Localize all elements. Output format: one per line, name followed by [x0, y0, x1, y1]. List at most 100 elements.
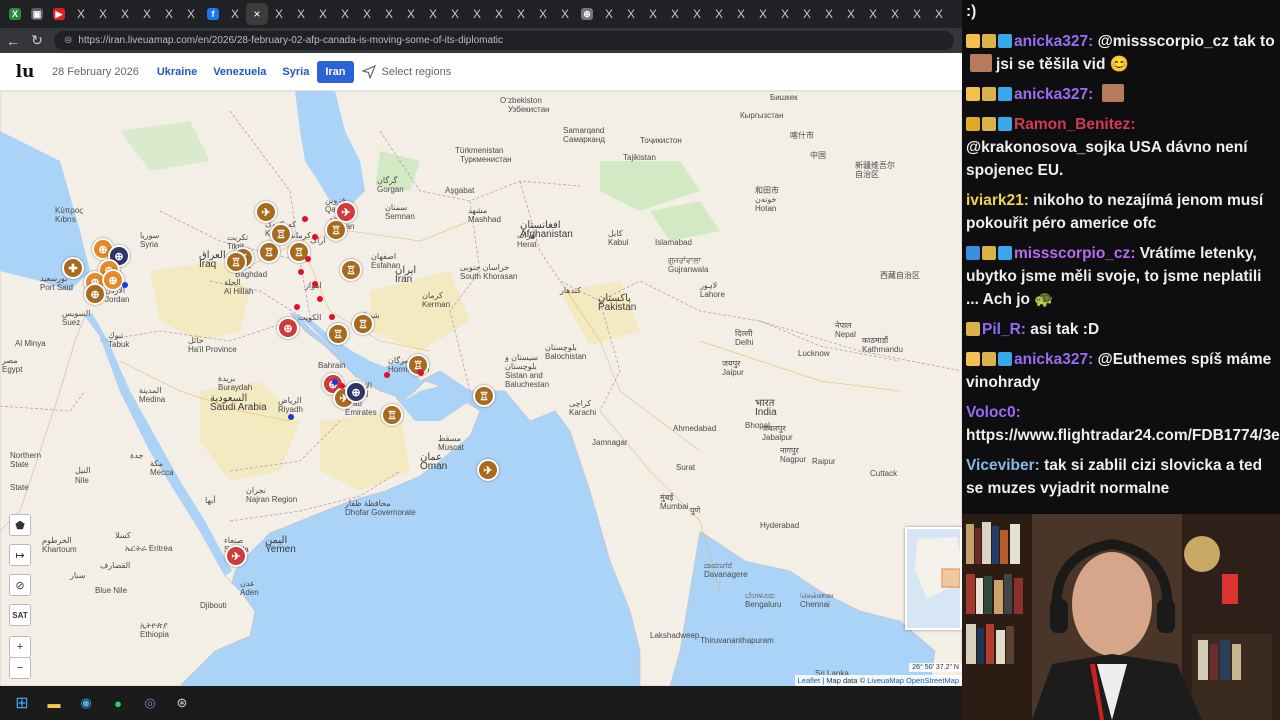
- coin-badge-icon[interactable]: [982, 352, 996, 366]
- browser-tab[interactable]: X: [378, 3, 400, 25]
- chat-emote-icon[interactable]: [1101, 84, 1124, 102]
- chat-username[interactable]: iviark21: [966, 192, 1024, 209]
- event-dot[interactable]: [339, 383, 345, 389]
- event-marker-icon[interactable]: ⊕: [277, 317, 299, 339]
- tab-close-icon[interactable]: X: [451, 7, 459, 21]
- browser-tab[interactable]: X: [862, 3, 884, 25]
- event-dot[interactable]: [298, 269, 304, 275]
- event-dot[interactable]: [302, 216, 308, 222]
- tab-close-icon[interactable]: X: [77, 7, 85, 21]
- browser-tab[interactable]: X: [400, 3, 422, 25]
- event-marker-icon[interactable]: ✈: [255, 201, 277, 223]
- tab-close-icon[interactable]: X: [605, 7, 613, 21]
- event-dot[interactable]: [329, 314, 335, 320]
- url-field[interactable]: ⊜ https://iran.liveuamap.com/en/2026/28-…: [54, 31, 954, 50]
- discord-icon[interactable]: ◎: [138, 691, 162, 715]
- browser-tab[interactable]: X: [752, 3, 774, 25]
- pen-badge-icon[interactable]: [966, 246, 980, 260]
- browser-tab[interactable]: X: [70, 3, 92, 25]
- event-marker-icon[interactable]: ♖: [225, 251, 247, 273]
- browser-tab[interactable]: X: [356, 3, 378, 25]
- tab-close-icon[interactable]: X: [297, 7, 305, 21]
- tab-close-icon[interactable]: X: [473, 7, 481, 21]
- draw-polygon-button[interactable]: ⬟: [9, 514, 31, 536]
- minimap[interactable]: [905, 527, 962, 630]
- event-marker-icon[interactable]: ⊕: [345, 381, 367, 403]
- site-info-icon[interactable]: ⊜: [64, 35, 72, 46]
- browser-tab[interactable]: X: [928, 3, 950, 25]
- tab-close-icon[interactable]: X: [495, 7, 503, 21]
- region-iran[interactable]: Iran: [317, 60, 354, 83]
- leaflet-link[interactable]: Leaflet: [798, 676, 821, 685]
- browser-tab[interactable]: X: [664, 3, 686, 25]
- hide-button[interactable]: ⊘: [9, 574, 31, 596]
- event-dot[interactable]: [288, 414, 294, 420]
- chat-username[interactable]: Voloc0: [966, 404, 1016, 421]
- tab-close-icon[interactable]: X: [693, 7, 701, 21]
- browser-tab[interactable]: ⊕: [576, 3, 598, 25]
- browser-tab[interactable]: X: [488, 3, 510, 25]
- crown-badge-icon[interactable]: [966, 34, 980, 48]
- coin-badge-icon[interactable]: [982, 117, 996, 131]
- event-marker-icon[interactable]: ♖: [340, 259, 362, 281]
- tab-close-icon[interactable]: X: [847, 7, 855, 21]
- liveuamap-logo[interactable]: lu: [12, 59, 38, 85]
- tab-close-icon[interactable]: X: [891, 7, 899, 21]
- tab-close-icon[interactable]: X: [385, 7, 393, 21]
- chat-username[interactable]: missscorpio_cz: [1014, 245, 1130, 262]
- tab-close-icon[interactable]: X: [363, 7, 371, 21]
- tab-close-icon[interactable]: X: [781, 7, 789, 21]
- tab-close-icon[interactable]: X: [803, 7, 811, 21]
- zoom-in-button[interactable]: +: [9, 636, 31, 658]
- tab-close-icon[interactable]: X: [737, 7, 745, 21]
- browser-tab[interactable]: X: [4, 3, 26, 25]
- browser-tab[interactable]: X: [334, 3, 356, 25]
- file-explorer-icon[interactable]: ▬: [42, 691, 66, 715]
- browser-tab[interactable]: f: [202, 3, 224, 25]
- region-ukraine[interactable]: Ukraine: [149, 61, 205, 83]
- browser-tab[interactable]: X: [466, 3, 488, 25]
- tab-close-icon[interactable]: X: [671, 7, 679, 21]
- browser-tab[interactable]: X: [598, 3, 620, 25]
- zoom-out-button[interactable]: −: [9, 657, 31, 679]
- event-dot[interactable]: [317, 296, 323, 302]
- browser-tab[interactable]: ▣: [26, 3, 48, 25]
- event-marker-icon[interactable]: ♖: [381, 404, 403, 426]
- tab-close-icon[interactable]: X: [935, 7, 943, 21]
- browser-tab[interactable]: X: [422, 3, 444, 25]
- browser-tab[interactable]: X: [532, 3, 554, 25]
- browser-tab[interactable]: X: [730, 3, 752, 25]
- windows-start-icon[interactable]: ⊞: [10, 691, 34, 715]
- tab-close-icon[interactable]: X: [407, 7, 415, 21]
- browser-tab[interactable]: X: [796, 3, 818, 25]
- region-venezuela[interactable]: Venezuela: [205, 61, 274, 83]
- satellite-toggle[interactable]: SAT: [9, 604, 31, 626]
- browser-tab[interactable]: ▶: [48, 3, 70, 25]
- crown-badge-icon[interactable]: [966, 352, 980, 366]
- event-marker-icon[interactable]: ⊕: [84, 283, 106, 305]
- coin-badge-icon[interactable]: [982, 87, 996, 101]
- browser-tab[interactable]: X: [444, 3, 466, 25]
- cube-badge-icon[interactable]: [998, 246, 1012, 260]
- back-icon[interactable]: ←: [2, 30, 24, 52]
- chat-username[interactable]: Ramon_Benitez: [1014, 116, 1130, 133]
- browser-tab[interactable]: X: [708, 3, 730, 25]
- tab-close-icon[interactable]: X: [187, 7, 195, 21]
- browser-tab[interactable]: ×: [246, 3, 268, 25]
- coin-badge-icon[interactable]: [982, 246, 996, 260]
- browser-tab[interactable]: X: [774, 3, 796, 25]
- browser-tab[interactable]: X: [620, 3, 642, 25]
- browser-tab[interactable]: X: [906, 3, 928, 25]
- browser-tab[interactable]: X: [224, 3, 246, 25]
- coin-badge-icon[interactable]: [966, 322, 980, 336]
- browser-tab[interactable]: X: [312, 3, 334, 25]
- event-marker-icon[interactable]: ✚: [62, 257, 84, 279]
- browser-tab[interactable]: X: [840, 3, 862, 25]
- browser-tab[interactable]: X: [554, 3, 576, 25]
- event-marker-icon[interactable]: ⊕: [102, 269, 124, 291]
- reload-icon[interactable]: ↻: [26, 30, 48, 52]
- tab-close-icon[interactable]: X: [429, 7, 437, 21]
- spotify-icon[interactable]: ●: [106, 691, 130, 715]
- tab-close-icon[interactable]: ×: [253, 7, 260, 21]
- event-dot[interactable]: [384, 372, 390, 378]
